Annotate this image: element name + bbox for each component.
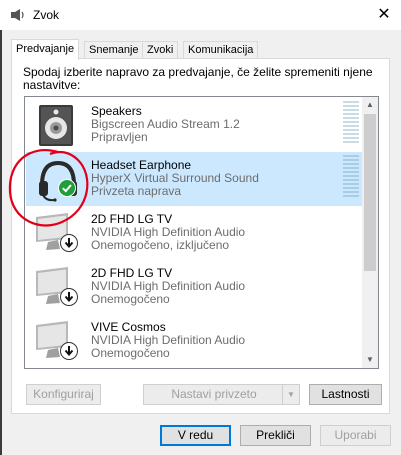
device-status: Privzeta naprava: [91, 184, 182, 198]
device-description: NVIDIA High Definition Audio: [91, 333, 246, 347]
tab-snemanje[interactable]: Snemanje: [84, 41, 144, 59]
volume-meter: [343, 155, 359, 201]
disabled-arrow-icon: [60, 342, 78, 360]
volume-meter: [343, 101, 359, 147]
window-edge: [0, 30, 2, 455]
instruction-text: Spodaj izberite napravo za predvajanje, …: [23, 65, 373, 92]
device-status: Onemogočeno: [91, 292, 170, 306]
device-description: NVIDIA High Definition Audio: [91, 279, 246, 293]
tab-zvoki[interactable]: Zvoki: [142, 41, 179, 59]
device-name: Speakers: [91, 104, 142, 118]
device-item-vive-cosmos[interactable]: VIVE Cosmos NVIDIA High Definition Audio…: [26, 314, 363, 368]
disabled-arrow-icon: [60, 288, 78, 306]
chevron-down-icon[interactable]: ▼: [282, 385, 299, 404]
device-description: NVIDIA High Definition Audio: [91, 225, 246, 239]
speaker-icon: [39, 105, 73, 146]
apply-button[interactable]: Uporabi: [320, 425, 391, 446]
window-title: Zvok: [33, 8, 60, 22]
properties-button[interactable]: Lastnosti: [309, 384, 382, 405]
device-name: 2D FHD LG TV: [91, 212, 173, 226]
device-description: HyperX Virtual Surround Sound: [91, 171, 259, 185]
ok-button[interactable]: V redu: [160, 425, 231, 446]
device-status: Pripravljen: [91, 130, 148, 144]
device-item-lg-tv-2[interactable]: 2D FHD LG TV NVIDIA High Definition Audi…: [26, 260, 363, 314]
device-name: VIVE Cosmos: [91, 320, 166, 334]
device-item-headset[interactable]: Headset Earphone HyperX Virtual Surround…: [26, 152, 363, 206]
default-check-icon: [58, 179, 76, 197]
set-default-button[interactable]: Nastavi privzeto ▼: [143, 384, 300, 405]
title-bar: Zvok ✕: [0, 0, 401, 30]
list-scrollbar[interactable]: ▲ ▼: [362, 97, 378, 368]
device-status: Onemogočeno: [91, 346, 170, 360]
scroll-thumb[interactable]: [364, 114, 376, 271]
device-item-speakers[interactable]: Speakers Bigscreen Audio Stream 1.2 Prip…: [26, 98, 363, 152]
device-name: Headset Earphone: [91, 158, 192, 172]
tab-predvajanje[interactable]: Predvajanje: [11, 39, 80, 60]
device-item-lg-tv-1[interactable]: 2D FHD LG TV NVIDIA High Definition Audi…: [26, 206, 363, 260]
tab-komunikacija[interactable]: Komunikacija: [183, 41, 259, 59]
close-button[interactable]: ✕: [367, 0, 401, 30]
scroll-down-icon[interactable]: ▼: [362, 352, 378, 368]
disabled-arrow-icon: [60, 234, 78, 252]
scroll-up-icon[interactable]: ▲: [362, 97, 378, 113]
speaker-icon: [11, 9, 24, 21]
cancel-button[interactable]: Prekliči: [240, 425, 311, 446]
device-status: Onemogočeno, izključeno: [91, 238, 230, 252]
device-name: 2D FHD LG TV: [91, 266, 173, 280]
device-list[interactable]: Speakers Bigscreen Audio Stream 1.2 Prip…: [24, 96, 379, 369]
device-description: Bigscreen Audio Stream 1.2: [91, 117, 240, 131]
configure-button[interactable]: Konfiguriraj: [26, 384, 101, 405]
set-default-label: Nastavi privzeto: [171, 387, 257, 401]
